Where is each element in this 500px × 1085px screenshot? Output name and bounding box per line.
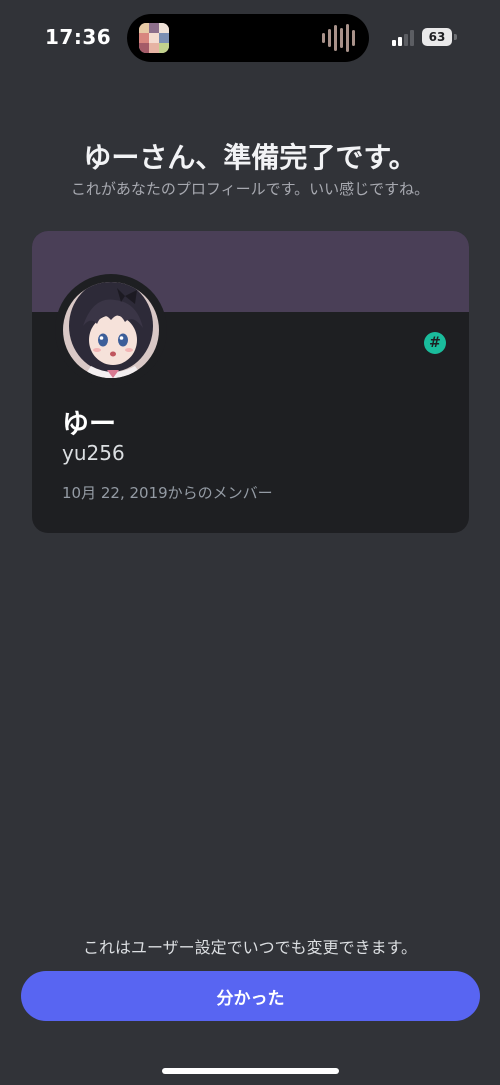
battery-level: 63 — [422, 28, 452, 46]
display-name: ゆー — [62, 409, 116, 440]
status-time: 17:36 — [45, 25, 112, 49]
signal-icon — [392, 30, 414, 46]
hash-badge-icon[interactable]: # — [424, 332, 446, 354]
settings-note: これはユーザー設定でいつでも変更できます。 — [82, 938, 418, 957]
page-title: ゆーさん、準備完了です。 — [83, 141, 417, 174]
got-it-button[interactable]: 分かった — [21, 971, 480, 1021]
avatar[interactable] — [63, 282, 159, 378]
battery-tip — [454, 34, 457, 40]
home-indicator[interactable] — [162, 1068, 339, 1074]
profile-card: # ゆー yu256 10月 22, 2019からのメンバー — [32, 231, 469, 533]
member-since: 10月 22, 2019からのメンバー — [62, 484, 273, 502]
dynamic-island[interactable] — [127, 14, 369, 62]
battery-icon: 63 — [422, 28, 458, 46]
username: yu256 — [62, 441, 125, 465]
page-subtitle: これがあなたのプロフィールです。いい感じですね。 — [70, 180, 430, 198]
avatar-ring — [55, 274, 167, 386]
audio-waveform-icon — [322, 24, 355, 52]
album-art-icon — [139, 23, 169, 53]
